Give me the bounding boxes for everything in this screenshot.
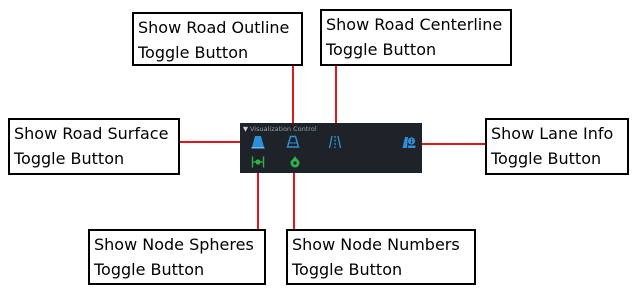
callout-show-node-spheres: Show Node Spheres Toggle Button bbox=[88, 229, 266, 285]
connector-road-outline bbox=[292, 65, 294, 125]
callout-line-1: Show Road Centerline bbox=[326, 15, 503, 34]
callout-line-1: Show Road Surface bbox=[14, 124, 169, 143]
callout-line-2: Toggle Button bbox=[138, 43, 249, 62]
connector-node-numbers bbox=[293, 172, 295, 229]
node-numbers-icon bbox=[290, 156, 300, 168]
callout-line-2: Toggle Button bbox=[94, 260, 205, 279]
callout-line-2: Toggle Button bbox=[14, 149, 125, 168]
callout-show-road-outline: Show Road Outline Toggle Button bbox=[132, 12, 303, 66]
visualization-control-panel: ▼ Visualization Control bbox=[240, 123, 422, 173]
show-node-spheres-toggle-button[interactable] bbox=[251, 155, 265, 169]
show-road-surface-toggle-button[interactable] bbox=[251, 135, 265, 149]
callout-line-1: Show Node Numbers bbox=[292, 235, 460, 254]
show-road-outline-toggle-button[interactable] bbox=[286, 135, 300, 149]
connector-road-centerline bbox=[335, 65, 337, 125]
callout-show-lane-info: Show Lane Info Toggle Button bbox=[485, 118, 629, 175]
collapse-arrow-icon[interactable]: ▼ bbox=[243, 125, 248, 133]
callout-line-2: Toggle Button bbox=[491, 149, 602, 168]
callout-show-node-numbers: Show Node Numbers Toggle Button bbox=[286, 229, 476, 285]
road-surface-icon bbox=[251, 136, 265, 149]
callout-line-1: Show Lane Info bbox=[491, 124, 614, 143]
show-node-numbers-toggle-button[interactable] bbox=[288, 155, 302, 169]
road-outline-icon bbox=[286, 135, 300, 148]
panel-title: Visualization Control bbox=[250, 125, 317, 133]
show-road-centerline-toggle-button[interactable] bbox=[328, 135, 342, 149]
node-spheres-icon bbox=[251, 156, 265, 168]
panel-header[interactable]: ▼ Visualization Control bbox=[243, 124, 317, 134]
callout-line-2: Toggle Button bbox=[292, 260, 403, 279]
callout-line-1: Show Road Outline bbox=[138, 18, 290, 37]
connector-lane-info bbox=[412, 143, 486, 145]
show-lane-info-toggle-button[interactable] bbox=[402, 135, 416, 149]
callout-line-1: Show Node Spheres bbox=[94, 235, 254, 254]
callout-show-road-surface: Show Road Surface Toggle Button bbox=[8, 118, 180, 175]
lane-info-icon bbox=[402, 137, 416, 148]
callout-line-2: Toggle Button bbox=[326, 40, 437, 59]
road-centerline-icon bbox=[328, 135, 342, 149]
callout-show-road-centerline: Show Road Centerline Toggle Button bbox=[320, 9, 512, 66]
connector-node-spheres bbox=[257, 172, 259, 229]
